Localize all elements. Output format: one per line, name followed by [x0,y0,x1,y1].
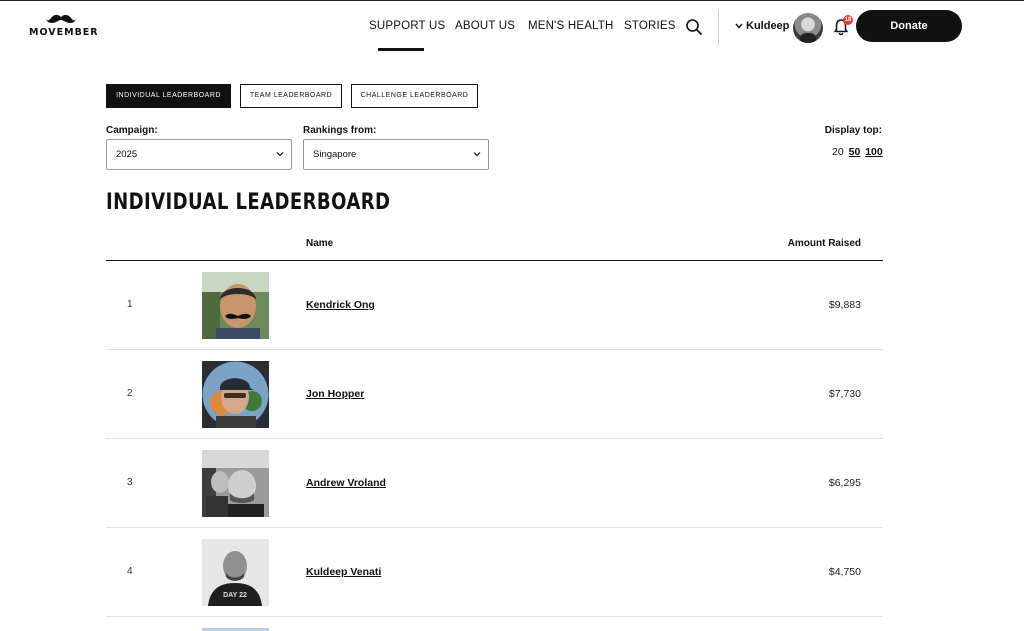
display-top-options: 20 50 100 [832,146,885,158]
search-icon[interactable] [685,18,703,36]
campaign-value: 2025 [116,149,138,160]
nav-stories[interactable]: STORIES [624,20,676,32]
header-divider [718,10,719,45]
display-top-label: Display top: [824,125,882,136]
column-amount-raised: Amount Raised [787,238,861,249]
site-header: MOVEMBER SUPPORT US ABOUT US MEN'S HEALT… [0,0,1024,52]
participant-name[interactable]: Andrew Vroland [306,477,386,489]
nav-active-indicator [378,48,424,51]
tab-challenge-leaderboard[interactable]: CHALLENGE LEADERBOARD [351,84,478,108]
participant-name[interactable]: Kendrick Ong [306,299,375,311]
page-title: INDIVIDUAL LEADERBOARD [106,190,391,215]
rankings-value: Singapore [313,149,357,160]
tab-team-leaderboard[interactable]: TEAM LEADERBOARD [240,84,342,108]
table-row: 4 DAY 22 Kuldeep Venati $4,750 [106,528,883,617]
nav-about-us[interactable]: ABOUT US [455,20,515,32]
chevron-down-icon [735,23,743,29]
amount-raised: $7,730 [828,388,861,400]
participant-photo[interactable] [202,272,269,339]
display-top-20[interactable]: 20 [832,146,844,158]
participant-name[interactable]: Jon Hopper [306,388,364,400]
amount-raised: $6,295 [828,477,861,489]
amount-raised: $4,750 [828,566,861,578]
campaign-label: Campaign: [106,125,158,136]
display-top-50[interactable]: 50 [849,146,861,158]
notification-badge: 18 [843,15,853,25]
logo-wordmark: MOVEMBER [29,27,99,38]
table-header: Name Amount Raised [106,236,883,261]
chevron-down-icon [276,152,284,157]
nav-support-us[interactable]: SUPPORT US [369,20,445,32]
campaign-select[interactable]: 2025 [106,139,292,170]
table-row: 3 Andrew Vroland $6,295 [106,439,883,528]
column-name: Name [306,238,334,249]
rank: 3 [127,477,133,488]
user-avatar[interactable] [793,13,823,43]
participant-photo[interactable] [202,450,269,517]
tab-individual-leaderboard[interactable]: INDIVIDUAL LEADERBOARD [106,84,231,108]
user-name: Kuldeep [746,20,790,32]
shirt-text: DAY 22 [223,592,247,599]
movember-logo[interactable]: MOVEMBER [29,13,99,41]
participant-photo[interactable] [202,361,269,428]
rank: 2 [127,388,133,399]
rankings-label: Rankings from: [303,125,377,136]
rank: 4 [127,566,133,577]
nav-mens-health[interactable]: MEN'S HEALTH [528,20,614,32]
rank: 1 [127,299,133,310]
table-row: 2 Jon Hopper $7,730 [106,350,883,439]
chevron-down-icon [473,152,481,157]
display-top-100[interactable]: 100 [865,146,883,158]
rankings-select[interactable]: Singapore [303,139,489,170]
participant-photo[interactable]: DAY 22 [202,539,269,606]
participant-name[interactable]: Kuldeep Venati [306,566,381,578]
table-row: 1 Kendrick Ong $9,883 [106,261,883,350]
amount-raised: $9,883 [828,299,861,311]
moustache-logo-icon [46,14,76,23]
user-menu[interactable]: Kuldeep [735,20,789,32]
donate-button[interactable]: Donate [856,10,962,42]
